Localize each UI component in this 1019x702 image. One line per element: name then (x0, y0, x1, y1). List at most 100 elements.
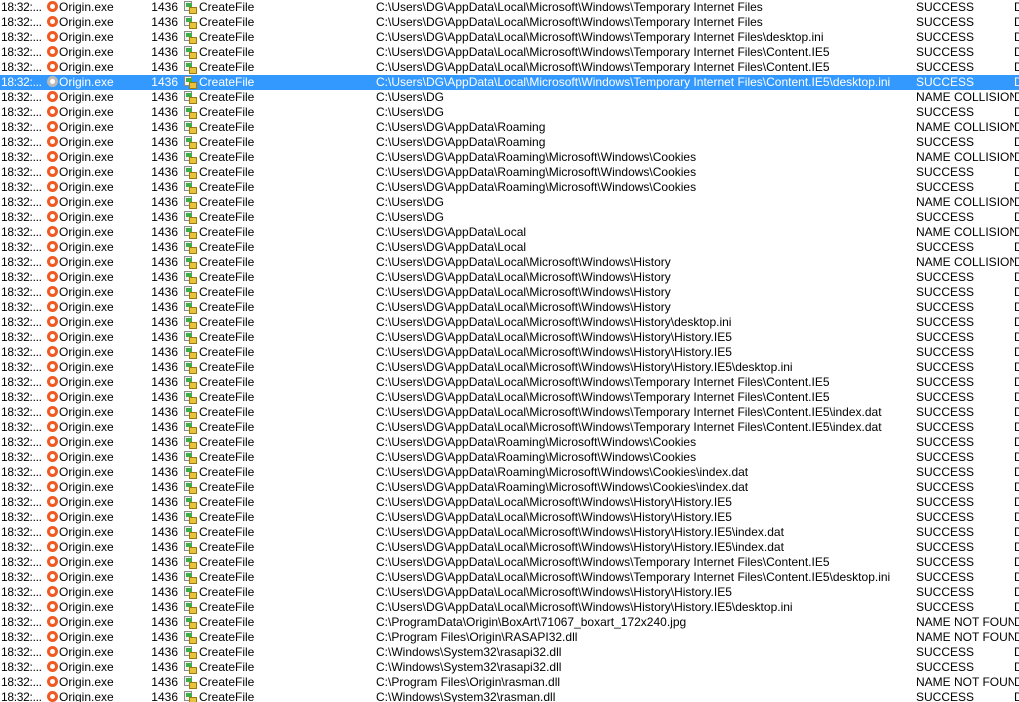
path-cell: C:\Users\DG\AppData\Local\Microsoft\Wind… (376, 405, 882, 419)
table-row[interactable]: 18:32:... Origin.exe 1436 CreateFile C:\User… (0, 45, 1019, 60)
table-row[interactable]: 18:32:... Origin.exe 1436 CreateFile C:\User… (0, 255, 1019, 270)
table-row[interactable]: 18:32:... Origin.exe 1436 CreateFile C:\User… (0, 120, 1019, 135)
pid-cell: 1436 (151, 690, 178, 702)
table-row[interactable]: 18:32:... Origin.exe 1436 CreateFile C:\Prog… (0, 675, 1019, 690)
operation-cell: CreateFile (199, 210, 255, 224)
table-row[interactable]: 18:32:... Origin.exe 1436 CreateFile C:\User… (0, 330, 1019, 345)
result-cell: SUCCESS (916, 495, 975, 509)
table-row[interactable]: 18:32:... Origin.exe 1436 CreateFile C:\User… (0, 435, 1019, 450)
table-row[interactable]: 18:32:... Origin.exe 1436 CreateFile C:\User… (0, 450, 1019, 465)
table-row[interactable]: 18:32:... Origin.exe 1436 CreateFile C:\User… (0, 105, 1019, 120)
pid-cell: 1436 (151, 510, 178, 524)
table-row[interactable]: 18:32:... Origin.exe 1436 CreateFile C:\User… (0, 195, 1019, 210)
table-row[interactable]: 18:32:... Origin.exe 1436 CreateFile C:\User… (0, 15, 1019, 30)
create-file-icon (184, 540, 198, 555)
pid-cell: 1436 (151, 420, 178, 434)
path-cell: C:\Users\DG\AppData\Local\Microsoft\Wind… (376, 540, 784, 554)
table-row[interactable]: 18:32:... Origin.exe 1436 CreateFile C:\Wind… (0, 660, 1019, 675)
operation-cell: CreateFile (199, 225, 255, 239)
table-row[interactable]: 18:32:... Origin.exe 1436 CreateFile C:\User… (0, 90, 1019, 105)
table-row[interactable]: 18:32:... Origin.exe 1436 CreateFile C:\User… (0, 570, 1019, 585)
table-row[interactable]: 18:32:... Origin.exe 1436 CreateFile C:\User… (0, 0, 1019, 15)
table-row[interactable]: 18:32:... Origin.exe 1436 CreateFile C:\User… (0, 225, 1019, 240)
table-row[interactable]: 18:32:... Origin.exe 1436 CreateFile C:\Prog… (0, 615, 1019, 630)
result-cell: NAME COLLISION (916, 90, 1014, 104)
table-row[interactable]: 18:32:... Origin.exe 1436 CreateFile C:\User… (0, 165, 1019, 180)
process-name-cell: Origin.exe (59, 465, 114, 479)
table-row[interactable]: 18:32:... Origin.exe 1436 CreateFile C:\User… (0, 210, 1019, 225)
table-row[interactable]: 18:32:... Origin.exe 1436 CreateFile C:\User… (0, 480, 1019, 495)
table-row[interactable]: 18:32:... Origin.exe 1436 CreateFile C:\User… (0, 270, 1019, 285)
path-cell: C:\Users\DG\AppData\Local (376, 240, 527, 254)
table-row[interactable]: 18:32:... Origin.exe 1436 CreateFile C:\User… (0, 420, 1019, 435)
detail-cell: D (1014, 135, 1019, 149)
result-cell: SUCCESS (916, 375, 975, 389)
path-cell: C:\Users\DG\AppData\Local\Microsoft\Wind… (376, 585, 732, 599)
table-row[interactable]: 18:32:... Origin.exe 1436 CreateFile C:\User… (0, 285, 1019, 300)
origin-process-icon (46, 540, 59, 555)
table-row[interactable]: 18:32:... Origin.exe 1436 CreateFile C:\Prog… (0, 630, 1019, 645)
event-list[interactable]: 18:32:... Origin.exe 1436 CreateFile C:\User… (0, 0, 1019, 702)
path-cell: C:\Users\DG\AppData\Local\Microsoft\Wind… (376, 285, 671, 299)
detail-cell: D (1014, 570, 1019, 584)
process-name-cell: Origin.exe (59, 660, 114, 674)
time-cell: 18:32:... (1, 105, 42, 119)
table-row[interactable]: 18:32:... Origin.exe 1436 CreateFile C:\User… (0, 180, 1019, 195)
create-file-icon (184, 480, 198, 495)
create-file-icon (184, 585, 198, 600)
pid-cell: 1436 (151, 660, 178, 674)
table-row[interactable]: 18:32:... Origin.exe 1436 CreateFile C:\User… (0, 510, 1019, 525)
origin-process-icon (46, 435, 59, 450)
time-cell: 18:32:... (1, 225, 42, 239)
table-row[interactable]: 18:32:... Origin.exe 1436 CreateFile C:\User… (0, 540, 1019, 555)
origin-process-icon (46, 195, 59, 210)
operation-cell: CreateFile (199, 135, 255, 149)
pid-cell: 1436 (151, 150, 178, 164)
table-row[interactable]: 18:32:... Origin.exe 1436 CreateFile C:\User… (0, 135, 1019, 150)
path-cell: C:\Program Files\Origin\RASAPI32.dll (376, 630, 578, 644)
table-row[interactable]: 18:32:... Origin.exe 1436 CreateFile C:\User… (0, 465, 1019, 480)
table-row[interactable]: 18:32:... Origin.exe 1436 CreateFile C:\User… (0, 525, 1019, 540)
process-name-cell: Origin.exe (59, 495, 114, 509)
table-row[interactable]: 18:32:... Origin.exe 1436 CreateFile C:\User… (0, 240, 1019, 255)
operation-cell: CreateFile (199, 150, 255, 164)
time-cell: 18:32:... (1, 525, 42, 539)
table-row[interactable]: 18:32:... Origin.exe 1436 CreateFile C:\User… (0, 60, 1019, 75)
time-cell: 18:32:... (1, 675, 42, 689)
pid-cell: 1436 (151, 570, 178, 584)
create-file-icon (184, 330, 198, 345)
table-row[interactable]: 18:32:... Origin.exe 1436 CreateFile C:\User… (0, 390, 1019, 405)
table-row[interactable]: 18:32:... Origin.exe 1436 CreateFile C:\Wind… (0, 690, 1019, 702)
table-row[interactable]: 18:32:... Origin.exe 1436 CreateFile C:\User… (0, 600, 1019, 615)
table-row[interactable]: 18:32:... Origin.exe 1436 CreateFile C:\User… (0, 75, 1019, 90)
pid-cell: 1436 (151, 105, 178, 119)
table-row[interactable]: 18:32:... Origin.exe 1436 CreateFile C:\User… (0, 30, 1019, 45)
pid-cell: 1436 (151, 0, 178, 14)
table-row[interactable]: 18:32:... Origin.exe 1436 CreateFile C:\User… (0, 150, 1019, 165)
table-row[interactable]: 18:32:... Origin.exe 1436 CreateFile C:\User… (0, 555, 1019, 570)
process-name-cell: Origin.exe (59, 75, 114, 89)
table-row[interactable]: 18:32:... Origin.exe 1436 CreateFile C:\User… (0, 345, 1019, 360)
table-row[interactable]: 18:32:... Origin.exe 1436 CreateFile C:\User… (0, 315, 1019, 330)
create-file-icon (184, 60, 198, 75)
result-cell: SUCCESS (916, 360, 975, 374)
detail-cell: D (1014, 615, 1019, 629)
process-name-cell: Origin.exe (59, 450, 114, 464)
create-file-icon (184, 645, 198, 660)
table-row[interactable]: 18:32:... Origin.exe 1436 CreateFile C:\User… (0, 300, 1019, 315)
table-row[interactable]: 18:32:... Origin.exe 1436 CreateFile C:\User… (0, 375, 1019, 390)
table-row[interactable]: 18:32:... Origin.exe 1436 CreateFile C:\User… (0, 360, 1019, 375)
table-row[interactable]: 18:32:... Origin.exe 1436 CreateFile C:\User… (0, 405, 1019, 420)
path-cell: C:\Users\DG\AppData\Local\Microsoft\Wind… (376, 375, 830, 389)
process-name-cell: Origin.exe (59, 585, 114, 599)
pid-cell: 1436 (151, 300, 178, 314)
path-cell: C:\Users\DG\AppData\Local\Microsoft\Wind… (376, 555, 830, 569)
origin-process-icon (46, 375, 59, 390)
origin-process-icon (46, 255, 59, 270)
result-cell: SUCCESS (916, 135, 975, 149)
table-row[interactable]: 18:32:... Origin.exe 1436 CreateFile C:\User… (0, 495, 1019, 510)
operation-cell: CreateFile (199, 180, 255, 194)
table-row[interactable]: 18:32:... Origin.exe 1436 CreateFile C:\Wind… (0, 645, 1019, 660)
operation-cell: CreateFile (199, 555, 255, 569)
table-row[interactable]: 18:32:... Origin.exe 1436 CreateFile C:\User… (0, 585, 1019, 600)
